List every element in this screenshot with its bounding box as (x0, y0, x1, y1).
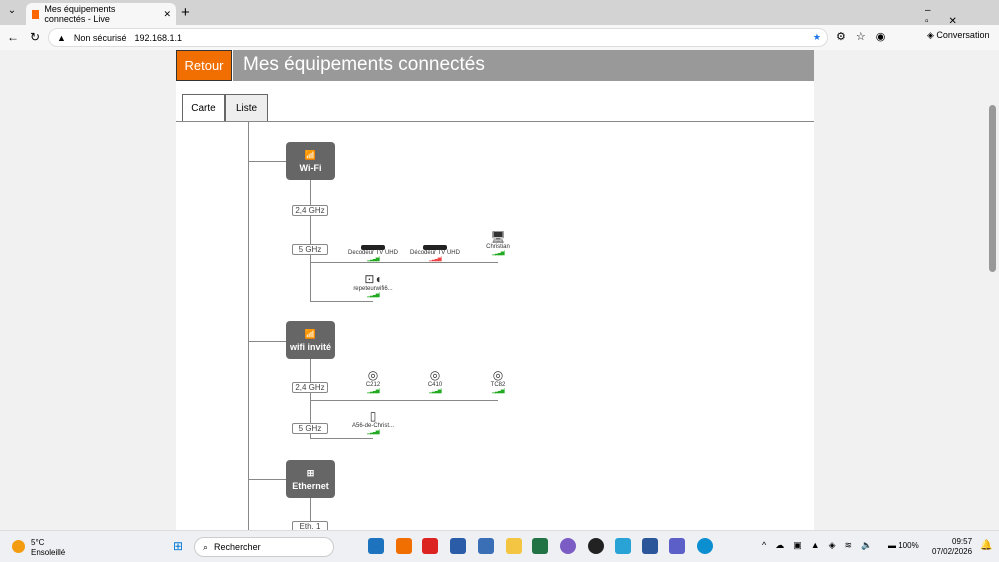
tree-trunk (248, 122, 249, 530)
media-player-icon[interactable] (588, 538, 604, 554)
excel-icon[interactable] (532, 538, 548, 554)
tab-carte[interactable]: Carte (182, 94, 225, 122)
app-icon[interactable] (368, 538, 384, 554)
back-icon[interactable]: ← (7, 30, 19, 44)
device-camera[interactable]: ◎ C410 ▁▂▃▅| (400, 366, 470, 394)
weather-temp: 5°C (31, 538, 45, 547)
orange-favicon-icon (32, 9, 40, 19)
new-tab-icon[interactable]: + (181, 4, 190, 21)
taskbar-search[interactable]: ⌕ Rechercher (194, 537, 334, 557)
branch (310, 438, 373, 439)
window-controls[interactable]: –▫✕ (925, 5, 999, 27)
sun-icon (12, 540, 25, 553)
windows-start-icon[interactable]: ⊞ (173, 539, 183, 553)
branch (248, 161, 286, 162)
branch (248, 341, 286, 342)
weather-desc: Ensoleillé (31, 548, 66, 557)
signal-icon: ▁▂▃▅| (492, 250, 505, 256)
warning-icon: ▲ (57, 32, 66, 43)
camera-icon: ◎ (429, 368, 441, 382)
computer-icon: 🖥 (490, 230, 506, 244)
camera-icon: ◎ (492, 368, 504, 382)
network-icon: ⊞ (306, 467, 315, 478)
app-icon[interactable] (422, 538, 438, 554)
page-title: Mes équipements connectés (233, 50, 814, 81)
branch (248, 479, 286, 480)
file-explorer-icon[interactable] (506, 538, 522, 554)
url-text: 192.168.1.1 (134, 32, 182, 43)
device-decoder[interactable]: Décodeur TV UHD ▁▂▃▅| (400, 234, 470, 262)
signal-icon: ▁▂▃▅| (367, 388, 380, 394)
app-icon[interactable] (396, 538, 412, 554)
battery-level: 100% (898, 541, 919, 550)
conversation-button[interactable]: ◈ Conversation (927, 30, 989, 41)
battery-indicator[interactable]: ▬ 100% (888, 541, 919, 550)
phone-icon: ▯ (369, 409, 377, 423)
word-icon[interactable] (642, 538, 658, 554)
edge-icon[interactable] (697, 538, 713, 554)
page-content (176, 50, 814, 530)
search-placeholder: Rechercher (214, 542, 261, 552)
app-icon[interactable] (450, 538, 466, 554)
reload-icon[interactable]: ↻ (30, 30, 40, 44)
time: 09:57 (952, 537, 973, 546)
conversation-label: Conversation (936, 30, 990, 40)
favorite-star-icon[interactable]: ★ (813, 32, 827, 43)
band-5ghz: 5 GHz (292, 244, 328, 255)
tab-list-icon[interactable]: ⌄ (4, 5, 20, 21)
device-decoder[interactable]: Decodeur TV UHD ▁▂▃▅| (338, 234, 408, 262)
device-camera[interactable]: ◎ C212 ▁▂▃▅| (338, 366, 408, 394)
hub-label: Ethernet (292, 480, 329, 491)
tab-title: Mes équipements connectés - Live (44, 4, 116, 24)
tab-liste[interactable]: Liste (225, 94, 268, 122)
scrollbar-thumb[interactable] (989, 105, 996, 272)
browser-tab[interactable]: Mes équipements connectés - Live ✕ (26, 3, 176, 25)
security-label: Non sécurisé (73, 32, 127, 43)
branch (310, 180, 311, 301)
signal-icon: ▁▂▃▅| (492, 388, 505, 394)
repeater-icon: ⊡◖ (364, 272, 382, 286)
weather-widget[interactable]: 5°C Ensoleillé (31, 538, 65, 558)
device-phone[interactable]: ▯ A56-de-Christ... ▁▂▃▅| (338, 406, 408, 435)
band-24ghz: 2,4 GHz (292, 382, 328, 393)
signal-icon: ▁▂▃▅| (367, 429, 380, 435)
device-computer[interactable]: 🖥 Christian ▁▂▃▅| (463, 228, 533, 256)
teams-icon[interactable] (669, 538, 685, 554)
address-bar[interactable]: ▲ Non sécurisé 192.168.1.1 ★ (48, 28, 828, 47)
signal-icon: ▁▂▃▅| (429, 256, 442, 262)
app-icon[interactable] (615, 538, 631, 554)
tv-decoder-icon (338, 234, 408, 250)
notification-icon[interactable]: 🔔 (980, 540, 992, 551)
branch (310, 400, 498, 401)
band-24ghz: 2,4 GHz (292, 205, 328, 216)
wifi-icon: 📶 (304, 149, 317, 160)
signal-icon: ▁▂▃▅| (367, 256, 380, 262)
branch (310, 301, 373, 302)
tv-decoder-icon (400, 234, 470, 250)
search-icon: ⌕ (203, 541, 209, 552)
guest-wifi-hub[interactable]: 📶 wifi invité (286, 321, 335, 359)
ethernet-hub[interactable]: ⊞ Ethernet (286, 460, 335, 498)
signal-icon: ▁▂▃▅| (367, 292, 380, 298)
wifi-icon: 📶 (304, 328, 317, 339)
wifi-hub[interactable]: 📶 Wi-Fi (286, 142, 335, 180)
toolbar-icons[interactable]: ⚙☆◉ (836, 30, 895, 43)
hub-label: wifi invité (289, 341, 331, 352)
close-tab-icon[interactable]: ✕ (163, 9, 176, 20)
device-camera[interactable]: ◎ TC82 ▁▂▃▅| (463, 366, 533, 394)
tab-divider (176, 121, 814, 122)
signal-icon: ▁▂▃▅| (429, 388, 442, 394)
system-tray-icons[interactable]: ^☁▣▲◈≋🔈 (762, 540, 881, 551)
band-5ghz: 5 GHz (292, 423, 328, 434)
date: 07/02/2026 (932, 547, 973, 556)
camera-icon: ◎ (367, 368, 379, 382)
back-button[interactable]: Retour (176, 50, 232, 81)
device-repeater[interactable]: ⊡◖ repeteurwifi6... ▁▂▃▅| (338, 268, 408, 298)
clock[interactable]: 09:57 07/02/2026 (932, 537, 972, 557)
app-icon[interactable] (478, 538, 494, 554)
hub-label: Wi-Fi (299, 162, 322, 173)
branch (310, 262, 498, 263)
app-icon[interactable] (560, 538, 576, 554)
